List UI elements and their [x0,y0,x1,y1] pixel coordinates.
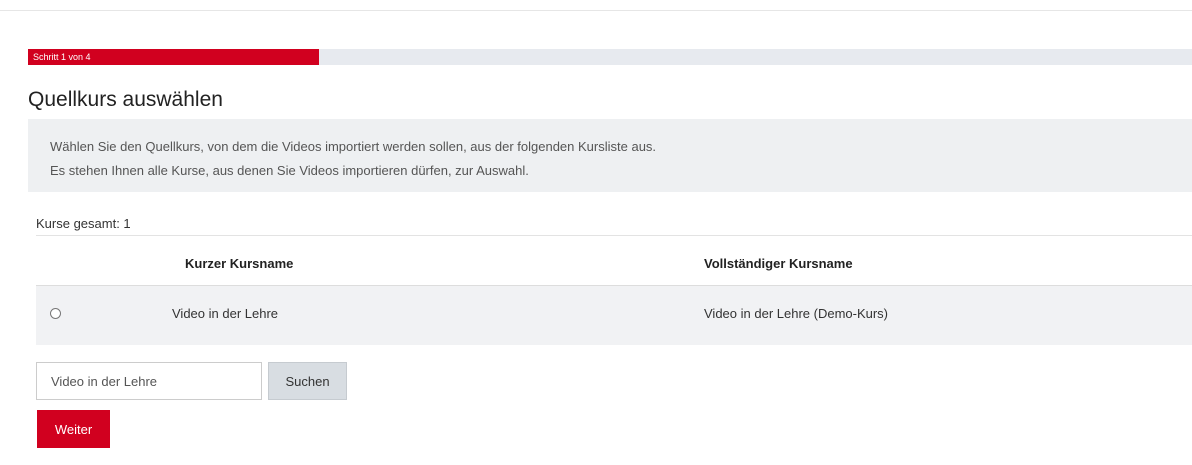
next-button[interactable]: Weiter [37,410,110,448]
info-text-line-2: Es stehen Ihnen alle Kurse, aus denen Si… [50,163,529,178]
course-table: Kurzer Kursname Vollständiger Kursname V… [36,235,1192,346]
column-header-short-name: Kurzer Kursname [185,256,294,271]
table-header: Kurzer Kursname Vollständiger Kursname [36,236,1192,286]
search-input[interactable] [36,362,262,400]
info-box: Wählen Sie den Quellkurs, von dem die Vi… [28,119,1192,192]
step-progress-label: Schritt 1 von 4 [33,52,91,62]
course-full-name: Video in der Lehre (Demo-Kurs) [704,306,889,321]
info-text-line-1: Wählen Sie den Quellkurs, von dem die Vi… [50,139,657,154]
page-title: Quellkurs auswählen [28,88,223,111]
table-row[interactable]: Video in der Lehre Video in der Lehre (D… [36,286,1192,345]
page: Schritt 1 von 4 Quellkurs auswählen Wähl… [0,0,1192,465]
column-header-full-name: Vollständiger Kursname [704,256,853,271]
step-progress-fill: Schritt 1 von 4 [28,49,319,65]
courses-total-label: Kurse gesamt: 1 [36,216,131,231]
course-radio-button[interactable] [50,308,61,319]
search-button[interactable]: Suchen [268,362,347,400]
step-progress-bar: Schritt 1 von 4 [28,49,1192,65]
course-short-name: Video in der Lehre [172,306,279,321]
top-divider [0,10,1192,11]
